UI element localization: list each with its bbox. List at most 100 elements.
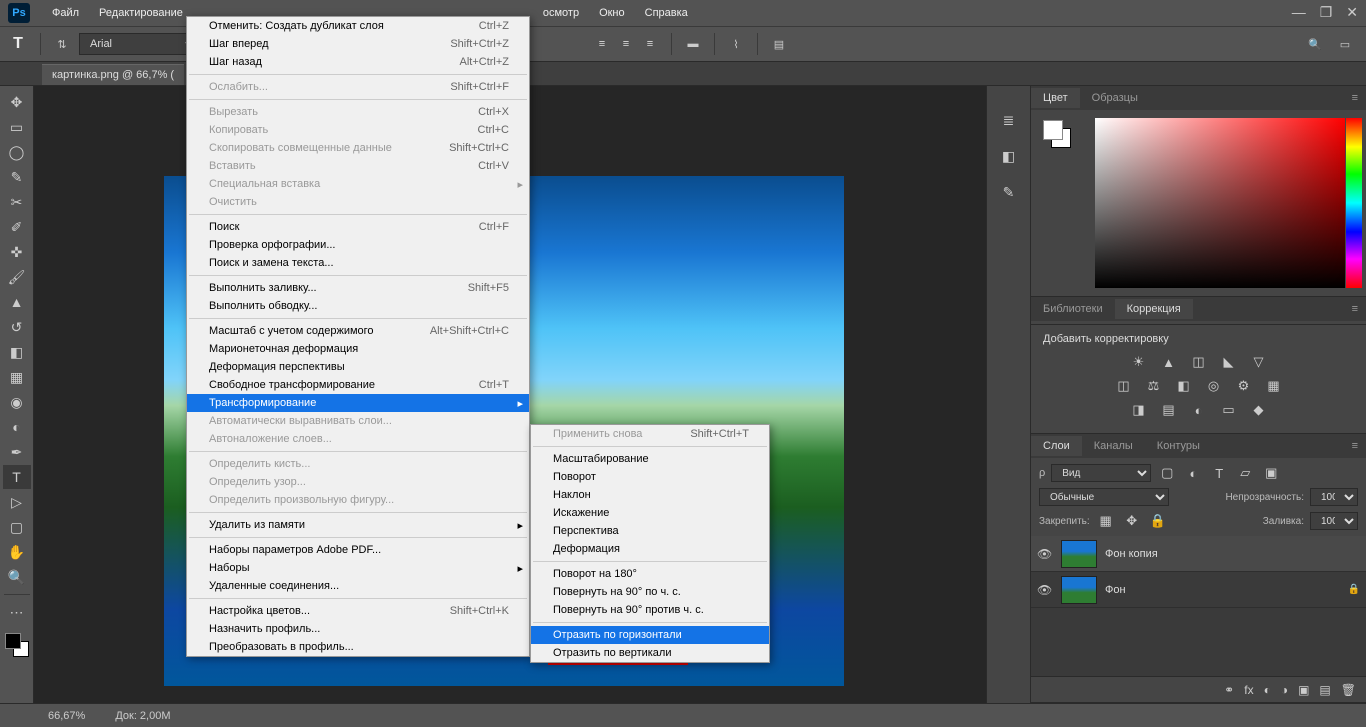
levels-adj-icon[interactable]: ▲ [1159,353,1179,371]
align-left-button[interactable]: ≡ [591,33,613,55]
layer-thumbnail[interactable] [1061,540,1097,568]
filter-image-icon[interactable]: ▢ [1157,464,1177,482]
layer-row[interactable]: 👁 Фон 🔒 [1031,572,1366,608]
character-panel-icon[interactable]: ▤ [768,33,790,55]
properties-panel-icon[interactable]: ◧ [997,144,1021,168]
selective-color-adj-icon[interactable]: ◆ [1249,401,1269,419]
paths-tab[interactable]: Контуры [1145,436,1212,456]
foreground-color-swatch[interactable] [5,633,21,649]
menu-item[interactable]: Повернуть на 90° против ч. с. [531,601,769,619]
menu-item[interactable]: Выполнить заливку...Shift+F5 [187,279,529,297]
layer-mask-icon[interactable]: ◐ [1264,683,1271,697]
layer-thumbnail[interactable] [1061,576,1097,604]
menu-item[interactable]: Отменить: Создать дубликат слояCtrl+Z [187,17,529,35]
color-balance-adj-icon[interactable]: ⚖ [1144,377,1164,395]
bw-adj-icon[interactable]: ◧ [1174,377,1194,395]
lock-all-icon[interactable]: 🔒 [1148,512,1168,530]
menu-item[interactable]: Деформация перспективы [187,358,529,376]
crop-tool[interactable]: ✂ [3,190,31,214]
lock-position-icon[interactable]: ✥ [1122,512,1142,530]
history-panel-icon[interactable]: ≣ [997,108,1021,132]
swatches-tab[interactable]: Образцы [1080,88,1150,108]
blur-tool[interactable]: ◉ [3,390,31,414]
type-tool[interactable]: T [3,465,31,489]
filter-smart-icon[interactable]: ▣ [1261,464,1281,482]
menu-item[interactable]: Преобразовать в профиль... [187,638,529,656]
menu-item[interactable]: Шаг впередShift+Ctrl+Z [187,35,529,53]
channels-tab[interactable]: Каналы [1082,436,1145,456]
warp-text-icon[interactable]: ⌇ [725,33,747,55]
menu-item[interactable]: Проверка орфографии... [187,236,529,254]
libraries-panel-menu-icon[interactable]: ≡ [1344,303,1366,315]
eyedropper-tool[interactable]: ✐ [3,215,31,239]
menu-item[interactable]: Искажение [531,504,769,522]
workspace-icon[interactable]: ▭ [1334,33,1356,55]
menu-window[interactable]: Окно [589,3,635,23]
layer-filter-select[interactable]: Вид [1051,464,1151,482]
new-group-icon[interactable]: ▣ [1298,683,1309,697]
document-tab[interactable]: картинка.png @ 66,7% ( [42,64,184,85]
color-swatches[interactable] [3,631,31,659]
menu-item[interactable]: Назначить профиль... [187,620,529,638]
exposure-adj-icon[interactable]: ◣ [1219,353,1239,371]
text-orientation-icon[interactable]: ⇅ [51,33,73,55]
brightness-adj-icon[interactable]: ☀ [1129,353,1149,371]
delete-layer-icon[interactable]: 🗑 [1341,683,1356,697]
menu-item[interactable]: Масштаб с учетом содержимогоAlt+Shift+Ct… [187,322,529,340]
visibility-icon[interactable]: 👁 [1037,547,1053,561]
text-color-swatch[interactable]: ▬ [682,33,704,55]
visibility-icon[interactable]: 👁 [1037,583,1053,597]
hue-adj-icon[interactable]: ◫ [1114,377,1134,395]
brushes-panel-icon[interactable]: ✎ [997,180,1021,204]
invert-adj-icon[interactable]: ◨ [1129,401,1149,419]
menu-item[interactable]: Наклон [531,486,769,504]
menu-item[interactable]: Удаленные соединения... [187,577,529,595]
layer-name-label[interactable]: Фон [1105,584,1126,596]
color-panel-menu-icon[interactable]: ≡ [1344,92,1366,104]
menu-item[interactable]: Отразить по горизонтали [531,626,769,644]
layer-name-label[interactable]: Фон копия [1105,548,1158,560]
blend-mode-select[interactable]: Обычные [1039,488,1169,506]
posterize-adj-icon[interactable]: ▤ [1159,401,1179,419]
menu-help[interactable]: Справка [635,3,698,23]
lasso-tool[interactable]: ◯ [3,140,31,164]
menu-item[interactable]: Поворот на 180° [531,565,769,583]
color-tab[interactable]: Цвет [1031,88,1080,108]
path-select-tool[interactable]: ▷ [3,490,31,514]
layer-fx-icon[interactable]: fx [1244,683,1253,697]
layer-row[interactable]: 👁 Фон копия [1031,536,1366,572]
color-lookup-adj-icon[interactable]: ▦ [1264,377,1284,395]
layers-tab[interactable]: Слои [1031,436,1082,456]
rectangle-tool[interactable]: ▢ [3,515,31,539]
channel-mixer-adj-icon[interactable]: ⚙ [1234,377,1254,395]
brush-tool[interactable]: 🖌 [3,265,31,289]
gradient-map-adj-icon[interactable]: ▭ [1219,401,1239,419]
menu-item[interactable]: Наборы [187,559,529,577]
lock-pixels-icon[interactable]: ▦ [1096,512,1116,530]
menu-item[interactable]: Наборы параметров Adobe PDF... [187,541,529,559]
fill-select[interactable]: 100% [1310,512,1358,530]
menu-item[interactable]: Марионеточная деформация [187,340,529,358]
align-center-button[interactable]: ≡ [615,33,637,55]
layers-panel-menu-icon[interactable]: ≡ [1344,440,1366,452]
new-layer-icon[interactable]: ▤ [1319,683,1330,697]
menu-item[interactable]: Повернуть на 90° по ч. с. [531,583,769,601]
hand-tool[interactable]: ✋ [3,540,31,564]
menu-file[interactable]: Файл [42,3,89,23]
maximize-button[interactable]: ❐ [1320,4,1333,21]
filter-shape-icon[interactable]: ▱ [1235,464,1255,482]
menu-item[interactable]: Выполнить обводку... [187,297,529,315]
menu-item[interactable]: ПоискCtrl+F [187,218,529,236]
photo-filter-adj-icon[interactable]: ◎ [1204,377,1224,395]
edit-toolbar-button[interactable]: ⋯ [3,600,31,624]
dodge-tool[interactable]: ◐ [3,415,31,439]
adjustments-tab[interactable]: Коррекция [1115,299,1193,319]
menu-item[interactable]: Перспектива [531,522,769,540]
menu-item[interactable]: Свободное трансформированиеCtrl+T [187,376,529,394]
quick-select-tool[interactable]: ✎ [3,165,31,189]
minimize-button[interactable]: — [1292,4,1306,21]
eraser-tool[interactable]: ◧ [3,340,31,364]
menu-item[interactable]: Поворот [531,468,769,486]
zoom-tool[interactable]: 🔍 [3,565,31,589]
menu-item[interactable]: Трансформирование [187,394,529,412]
